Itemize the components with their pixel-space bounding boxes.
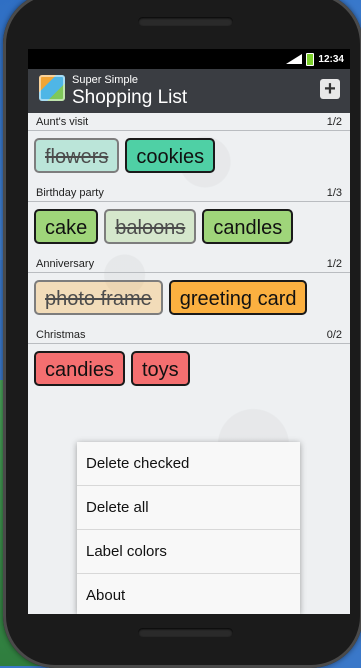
app-logo-icon (39, 75, 65, 101)
list-section: Christmas 0/2 candies toys (28, 326, 350, 397)
list-name: Aunt's visit (36, 116, 89, 128)
phone-speaker (138, 17, 233, 26)
menu-item-delete-all[interactable]: Delete all (77, 486, 300, 530)
plus-icon: + (324, 78, 336, 100)
menu-item-delete-checked[interactable]: Delete checked (77, 442, 300, 486)
phone-frame: 12:34 Super Simple Shopping List + Aunt'… (3, 0, 361, 668)
status-time: 12:34 (318, 53, 344, 65)
item-chip[interactable]: greeting card (168, 280, 308, 315)
list-section: Aunt's visit 1/2 flowers cookies (28, 113, 350, 184)
menu-item-about[interactable]: About (77, 574, 300, 614)
item-chip[interactable]: baloons (104, 209, 197, 244)
chip-row: photo frame greeting card (28, 273, 350, 326)
app-subtitle: Super Simple (72, 74, 139, 86)
shopping-lists: Aunt's visit 1/2 flowers cookies Birthda… (28, 113, 350, 397)
chip-row: flowers cookies (28, 131, 350, 184)
phone-screen: 12:34 Super Simple Shopping List + Aunt'… (28, 49, 350, 614)
options-menu: Delete checked Delete all Label colors A… (77, 442, 300, 614)
list-section: Anniversary 1/2 photo frame greeting car… (28, 255, 350, 326)
item-chip[interactable]: cookies (125, 138, 216, 173)
chip-row: cake baloons candles (28, 202, 350, 255)
list-header[interactable]: Anniversary 1/2 (28, 255, 350, 273)
app-bar: Super Simple Shopping List + (28, 69, 350, 113)
list-header[interactable]: Birthday party 1/3 (28, 184, 350, 202)
list-section: Birthday party 1/3 cake baloons candles (28, 184, 350, 255)
list-name: Birthday party (36, 187, 104, 199)
list-name: Christmas (36, 329, 86, 341)
item-chip[interactable]: photo frame (34, 280, 163, 315)
add-item-button[interactable]: + (320, 79, 340, 99)
chip-row: candies toys (28, 344, 350, 397)
menu-item-label-colors[interactable]: Label colors (77, 530, 300, 574)
list-header[interactable]: Aunt's visit 1/2 (28, 113, 350, 131)
item-chip[interactable]: toys (130, 351, 190, 386)
item-chip[interactable]: flowers (34, 138, 120, 173)
list-count: 1/2 (326, 116, 342, 128)
phone-bottom-speaker (138, 628, 233, 637)
list-name: Anniversary (36, 258, 95, 270)
item-chip[interactable]: cake (34, 209, 99, 244)
item-chip[interactable]: candies (34, 351, 125, 386)
list-count: 0/2 (326, 329, 342, 341)
item-chip[interactable]: candles (202, 209, 294, 244)
battery-icon (306, 52, 315, 66)
list-count: 1/2 (326, 258, 342, 270)
list-count: 1/3 (326, 187, 342, 199)
signal-icon (286, 54, 303, 64)
list-header[interactable]: Christmas 0/2 (28, 326, 350, 344)
status-bar: 12:34 (28, 49, 350, 69)
app-title: Shopping List (72, 87, 188, 108)
